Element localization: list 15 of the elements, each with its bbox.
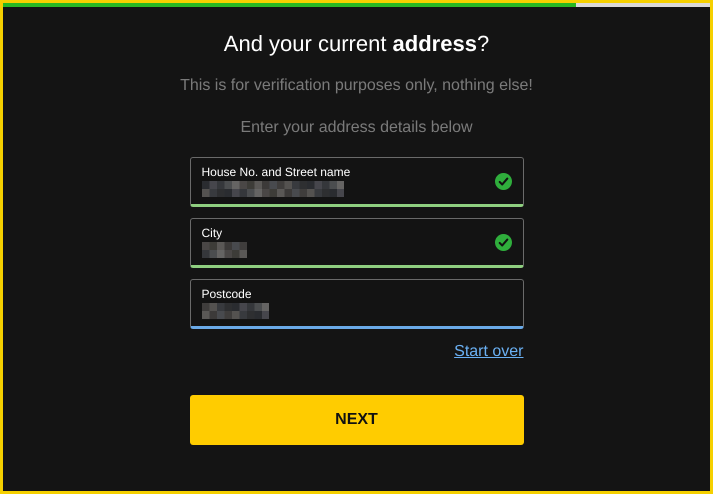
redacted-value <box>202 242 246 258</box>
redacted-value <box>202 303 269 319</box>
input-field[interactable]: City <box>190 218 524 268</box>
checkmark-icon <box>494 172 512 190</box>
start-over-link[interactable]: Start over <box>454 343 524 361</box>
instruction-text: Enter your address details below <box>240 119 473 137</box>
subtitle: This is for verification purposes only, nothing else! <box>180 77 533 95</box>
field-label: Postcode <box>202 287 252 301</box>
field-label: City <box>202 226 222 240</box>
input-field[interactable]: Postcode <box>190 279 524 329</box>
checkmark-icon <box>494 234 512 250</box>
page-title: And your current address? <box>224 31 490 57</box>
field-label: House No. and Street name <box>202 165 350 179</box>
next-button[interactable]: NEXT <box>190 395 524 445</box>
input-field[interactable]: House No. and Street name <box>190 157 524 207</box>
